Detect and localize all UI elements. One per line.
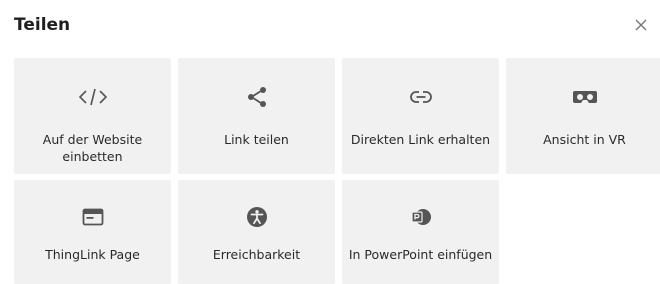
tile-direct-link[interactable]: Direkten Link erhalten xyxy=(342,58,499,174)
accessibility-icon xyxy=(178,204,335,230)
tile-label: Ansicht in VR xyxy=(543,132,626,147)
tile-accessibility[interactable]: Erreichbarkeit xyxy=(178,180,335,284)
close-button[interactable] xyxy=(630,14,652,36)
share-dialog: Teilen Auf der Website einbetten Link te… xyxy=(0,0,660,284)
tile-powerpoint[interactable]: In PowerPoint einfügen xyxy=(342,180,499,284)
tile-share-link[interactable]: Link teilen xyxy=(178,58,335,174)
tile-label: ThingLink Page xyxy=(45,247,140,262)
tile-label: In PowerPoint einfügen xyxy=(348,247,493,262)
link-icon xyxy=(342,84,499,110)
powerpoint-icon xyxy=(342,204,499,230)
vr-headset-icon xyxy=(506,84,660,110)
tile-label: Erreichbarkeit xyxy=(212,247,301,262)
tile-label: Auf der Website einbetten xyxy=(42,132,143,164)
tile-thinglink-page[interactable]: ThingLink Page xyxy=(14,180,171,284)
tile-view-vr[interactable]: Ansicht in VR xyxy=(506,58,660,174)
tile-label: Link teilen xyxy=(224,132,289,147)
page-icon xyxy=(14,204,171,230)
dialog-title: Teilen xyxy=(14,15,71,35)
tile-embed-website[interactable]: Auf der Website einbetten xyxy=(14,58,171,174)
tile-label: Direkten Link erhalten xyxy=(350,132,491,147)
close-icon xyxy=(634,18,648,32)
share-icon xyxy=(178,84,335,110)
code-icon xyxy=(14,84,171,110)
